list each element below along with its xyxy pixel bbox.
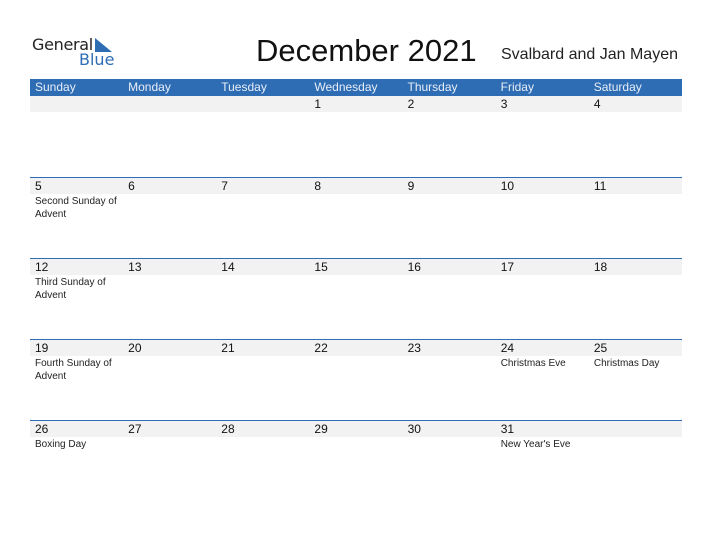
logo-text-blue: Blue [79,50,115,69]
day-number: 3 [500,97,508,111]
calendar-title: December 2021 [256,33,477,68]
day-number: 30 [407,422,421,436]
day-number: 22 [314,341,328,355]
day-cell: 7 [216,178,309,259]
week-row: 19 Fourth Sunday of Advent 20 21 22 23 24 Chris… [30,339,682,421]
day-cell: 11 [589,178,682,259]
day-cell: 23 [403,340,496,421]
holiday-label: Fourth Sunday of Advent [35,358,112,382]
day-cell: 22 [309,340,402,421]
day-number: 26 [35,422,49,436]
day-cell: 2 [403,96,496,177]
day-cell: 30 [403,421,496,502]
week-row: 5 Second Sunday of Advent 6 7 8 9 10 11 [30,177,682,259]
holiday-label: New Year's Eve [500,439,571,450]
day-number: 28 [221,422,235,436]
day-number: 7 [221,179,228,193]
week-row: 26 Boxing Day 27 28 29 30 31 New Year's Eve [30,420,682,502]
day-number: 18 [593,260,608,274]
day-cell [216,96,309,177]
day-number: 29 [314,422,328,436]
day-cell: 13 [123,259,216,340]
day-cell: 5 Second Sunday of Advent [30,178,123,259]
day-cell [589,421,682,502]
weekday-header: Sunday Monday Tuesday Wednesday Thursday… [30,79,682,96]
day-number: 6 [128,179,135,193]
day-number: 27 [128,422,142,436]
weekday-wednesday: Wednesday [314,80,378,94]
day-cell: 28 [216,421,309,502]
day-cell: 3 [496,96,589,177]
day-number: 17 [500,260,515,274]
day-number: 14 [221,260,235,274]
region-name: Svalbard and Jan Mayen [501,46,678,63]
day-number [221,96,309,112]
day-number: 11 [593,179,607,193]
day-number [35,96,123,112]
day-cell: 31 New Year's Eve [496,421,589,502]
day-number: 5 [35,179,42,193]
weekday-tuesday: Tuesday [221,80,267,94]
day-cell: 9 [403,178,496,259]
day-cell: 25 Christmas Day [589,340,682,421]
day-cell: 10 [496,178,589,259]
day-cell: 17 [496,259,589,340]
day-cell: 29 [309,421,402,502]
day-cell [123,96,216,177]
day-number: 25 [593,341,608,355]
day-cell: 20 [123,340,216,421]
day-number: 1 [314,97,322,111]
day-number: 12 [35,260,49,274]
holiday-label: Christmas Eve [500,358,566,369]
day-cell: 27 [123,421,216,502]
weekday-sunday: Sunday [35,80,76,94]
day-cell: 4 [589,96,682,177]
day-number: 2 [407,97,415,111]
holiday-label: Second Sunday of Advent [35,196,117,220]
day-number: 19 [35,341,49,355]
day-cell: 16 [403,259,496,340]
day-number: 15 [314,260,328,274]
day-number [128,96,216,112]
day-number: 10 [500,179,515,193]
holiday-label: Third Sunday of Advent [35,277,106,301]
day-number: 9 [407,179,415,193]
day-cell: 18 [589,259,682,340]
day-cell: 12 Third Sunday of Advent [30,259,123,340]
holiday-label: Boxing Day [35,439,87,450]
day-cell: 24 Christmas Eve [496,340,589,421]
day-cell: 1 [309,96,402,177]
day-cell [30,96,123,177]
day-number: 31 [500,422,515,436]
weekday-friday: Friday [500,80,534,94]
day-cell: 21 [216,340,309,421]
day-number: 13 [128,260,142,274]
day-cell: 6 [123,178,216,259]
weekday-saturday: Saturday [593,80,642,94]
day-number: 21 [221,341,235,355]
day-cell: 14 [216,259,309,340]
holiday-label: Christmas Day [593,358,660,369]
day-number [594,421,682,437]
day-number: 20 [128,341,142,355]
week-row: 12 Third Sunday of Advent 13 14 15 16 17 18 [30,258,682,340]
day-number: 16 [407,260,421,274]
weekday-thursday: Thursday [407,80,458,94]
week-row: 1 2 3 4 [30,96,682,177]
day-cell: 8 [309,178,402,259]
day-number: 4 [593,97,601,111]
day-cell: 19 Fourth Sunday of Advent [30,340,123,421]
weekday-monday: Monday [128,80,171,94]
day-number: 23 [407,341,421,355]
day-cell: 15 [309,259,402,340]
day-number: 24 [500,341,515,355]
generalblue-logo: General Blue [32,35,122,69]
day-number: 8 [314,179,322,193]
day-cell: 26 Boxing Day [30,421,123,502]
